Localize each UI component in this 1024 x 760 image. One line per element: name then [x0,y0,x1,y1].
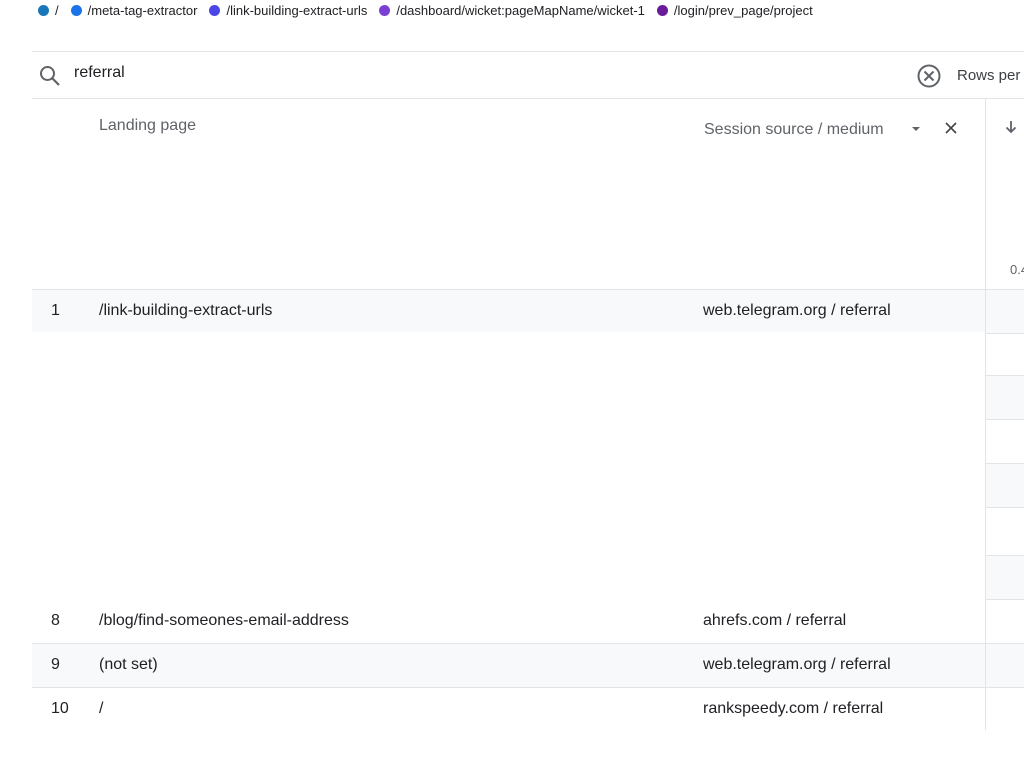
search-icon[interactable] [38,64,62,88]
rows-per-page-label: Rows per [957,67,1021,84]
legend-dot [209,5,221,16]
landing-page-cell: / [99,700,104,717]
table-row[interactable]: 9 (not set) web.telegram.org / referral [32,644,985,688]
metric-cell [986,376,1024,420]
legend-dot [70,5,82,16]
table-row[interactable]: 8 /blog/find-someones-email-address ahre… [32,600,985,644]
row-number: 10 [51,700,69,717]
legend-item[interactable]: /dashboard/wicket:pageMapName/wicket-1 [379,3,645,18]
clear-circle-icon[interactable] [916,63,942,89]
landing-page-cell: /blog/find-someones-email-address [99,612,349,629]
column-header-session-source[interactable]: Session source / medium [704,121,884,139]
source-medium-cell: web.telegram.org / referral [703,656,891,673]
source-medium-cell: rankspeedy.com / referral [703,700,884,717]
chart-legend: / /meta-tag-extractor /link-building-ext… [38,3,813,18]
legend-item[interactable]: /meta-tag-extractor [70,3,198,18]
metric-cell [986,600,1024,644]
metric-cell [986,556,1024,600]
legend-item[interactable]: / [38,3,59,18]
legend-label: /dashboard/wicket:pageMapName/wicket-1 [396,3,645,18]
row-number: 9 [51,656,60,673]
metric-cell [986,420,1024,464]
search-input[interactable] [74,64,474,82]
row-number: 1 [51,302,60,319]
arrow-down-icon[interactable] [1004,119,1018,135]
landing-page-cell: /link-building-extract-urls [99,302,273,319]
metric-cell [986,464,1024,508]
landing-page-cell: (not set) [99,656,158,673]
metric-cell [986,644,1024,688]
legend-item[interactable]: /login/prev_page/project [656,3,813,18]
legend-dot [379,5,391,16]
table-row[interactable]: 1 /link-building-extract-urls web.telegr… [32,290,985,332]
table-row[interactable]: 10 / rankspeedy.com / referral [32,688,985,732]
metric-cell [986,332,1024,376]
metric-partial-value: 0.4 [1010,262,1024,277]
remove-dimension-icon[interactable] [944,121,958,135]
source-medium-cell: web.telegram.org / referral [703,302,891,319]
legend-dot [656,5,668,16]
legend-label: / [55,3,59,18]
legend-label: /login/prev_page/project [673,3,813,18]
divider [32,98,1024,99]
legend-dot [38,5,49,16]
metric-cell [986,290,1024,334]
search-bar: Rows per [32,52,1024,99]
legend-item[interactable]: /link-building-extract-urls [209,3,367,18]
dropdown-arrow-icon[interactable] [910,124,922,134]
source-medium-cell: ahrefs.com / referral [703,612,847,629]
metric-cell [986,688,1024,730]
row-number: 8 [51,612,60,629]
legend-label: /meta-tag-extractor [87,3,198,18]
legend-label: /link-building-extract-urls [226,3,368,18]
metric-cell [986,508,1024,556]
column-header-landing-page[interactable]: Landing page [99,117,196,135]
